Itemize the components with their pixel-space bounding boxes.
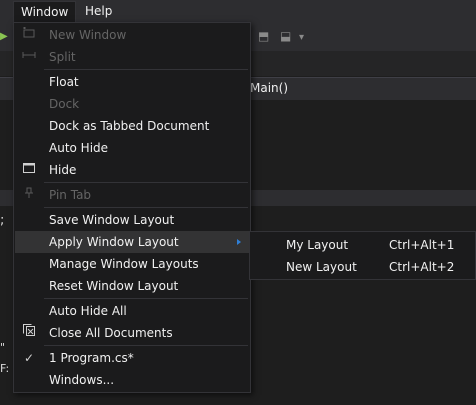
menu-separator	[44, 207, 248, 208]
menu-item-hide[interactable]: Hide	[15, 159, 249, 181]
menu-item-reset-layout[interactable]: Reset Window Layout	[15, 275, 249, 297]
menu-bar: Window Help	[0, 0, 476, 23]
menu-separator	[44, 69, 248, 70]
menu-item-manage-layouts[interactable]: Manage Window Layouts	[15, 253, 249, 275]
menu-item-program-cs[interactable]: ✓ 1 Program.cs*	[15, 347, 249, 369]
toolbar-bookmark-next-icon[interactable]: ⬓	[280, 29, 291, 43]
menu-separator	[44, 298, 248, 299]
menu-window[interactable]: Window	[13, 1, 77, 23]
split-icon	[20, 46, 38, 68]
menu-item-dock[interactable]: Dock	[15, 93, 249, 115]
code-fragment: "	[0, 341, 6, 354]
submenu-item-new-layout[interactable]: New Layout Ctrl+Alt+2	[251, 256, 475, 278]
submenu-item-my-layout[interactable]: My Layout Ctrl+Alt+1	[251, 234, 475, 256]
window-menu-dropdown: New Window Split Float Dock Dock as Tabb…	[13, 22, 251, 393]
close-all-documents-icon	[20, 322, 38, 344]
code-fragment: F:	[0, 362, 10, 375]
new-window-icon	[20, 24, 38, 46]
menu-item-dock-tabbed[interactable]: Dock as Tabbed Document	[15, 115, 249, 137]
apply-layout-submenu: My Layout Ctrl+Alt+1 New Layout Ctrl+Alt…	[249, 231, 476, 280]
menu-item-apply-layout[interactable]: Apply Window Layout	[15, 231, 249, 253]
menu-item-save-layout[interactable]: Save Window Layout	[15, 209, 249, 231]
hide-window-icon	[20, 159, 38, 181]
menu-separator	[44, 182, 248, 183]
menu-item-split[interactable]: Split	[15, 46, 249, 68]
menu-item-windows[interactable]: Windows...	[15, 369, 249, 391]
pin-icon	[20, 184, 38, 206]
toolbar-overflow-icon[interactable]: ▾	[299, 32, 304, 43]
menu-item-close-all[interactable]: Close All Documents	[15, 322, 249, 344]
menu-separator	[44, 345, 248, 346]
start-debug-icon[interactable]: ▶	[0, 31, 8, 42]
shortcut-text: Ctrl+Alt+1	[389, 238, 455, 252]
toolbar-bookmark-icon[interactable]: ⬒	[258, 29, 269, 43]
submenu-arrow-icon	[237, 239, 241, 245]
menu-item-pin-tab[interactable]: Pin Tab	[15, 184, 249, 206]
checkmark-icon: ✓	[23, 351, 35, 365]
menu-item-auto-hide[interactable]: Auto Hide	[15, 137, 249, 159]
menu-help[interactable]: Help	[78, 2, 119, 21]
menu-item-auto-hide-all[interactable]: Auto Hide All	[15, 300, 249, 322]
menu-item-new-window[interactable]: New Window	[15, 24, 249, 46]
code-fragment: ;	[0, 213, 5, 228]
member-dropdown-text[interactable]: Main()	[250, 81, 288, 95]
menu-item-float[interactable]: Float	[15, 71, 249, 93]
shortcut-text: Ctrl+Alt+2	[389, 260, 455, 274]
